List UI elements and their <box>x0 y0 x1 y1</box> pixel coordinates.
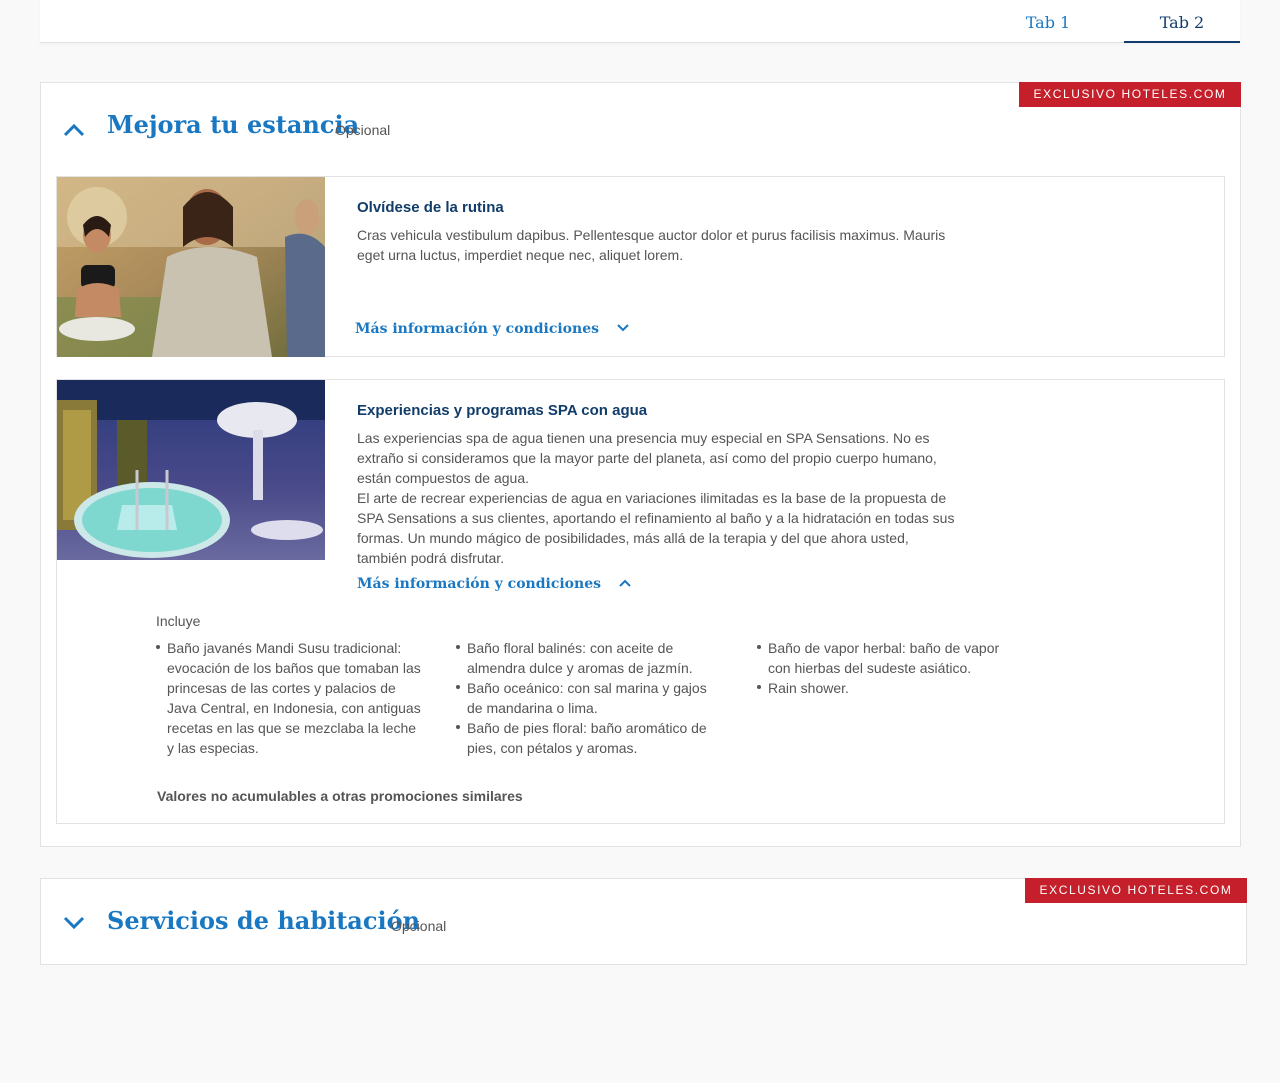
more-info-label: Más información y condiciones <box>357 576 601 592</box>
card-description-paragraph: El arte de recrear experiencias de agua … <box>357 490 955 566</box>
includes-label: Incluye <box>156 613 201 629</box>
optional-label: Opcional <box>335 122 391 138</box>
section-title[interactable]: Mejora tu estancia <box>107 110 359 139</box>
tab-1[interactable]: Tab 1 <box>990 0 1106 43</box>
card-description-paragraph: Las experiencias spa de agua tienen una … <box>357 430 937 486</box>
more-info-link[interactable]: Más información y condiciones <box>355 321 630 337</box>
more-info-label: Más información y condiciones <box>355 321 599 337</box>
list-item: Baño floral balinés: con aceite de almen… <box>456 638 724 678</box>
optional-label: Opcional <box>391 918 447 934</box>
includes-list-col2: Baño floral balinés: con aceite de almen… <box>456 638 724 758</box>
more-info-link[interactable]: Más información y condiciones <box>357 576 632 592</box>
spa-pool-photo <box>57 380 325 560</box>
list-item: Rain shower. <box>757 678 1025 698</box>
offer-card-spa: Experiencias y programas SPA con agua La… <box>56 379 1225 824</box>
includes-list-col3: Baño de vapor herbal: baño de vapor con … <box>757 638 1025 698</box>
offer-card-rutina: Olvídese de la rutina Cras vehicula vest… <box>56 176 1225 357</box>
chevron-up-icon[interactable] <box>61 117 87 143</box>
footnote: Valores no acumulables a otras promocion… <box>157 788 523 804</box>
card-description: Las experiencias spa de agua tienen una … <box>357 428 957 568</box>
includes-list-col1: Baño javanés Mandi Susu tradicional: evo… <box>156 638 424 758</box>
exclusive-badge: EXCLUSIVO HOTELES.COM <box>1025 878 1247 903</box>
list-item: Baño javanés Mandi Susu tradicional: evo… <box>156 638 424 758</box>
list-item: Baño de pies floral: baño aromático de p… <box>456 718 724 758</box>
section-title[interactable]: Servicios de habitación <box>107 906 420 935</box>
card-description: Cras vehicula vestibulum dapibus. Pellen… <box>357 227 946 263</box>
chevron-down-icon <box>616 321 630 337</box>
tab-bar: Tab 1 Tab 2 <box>40 0 1240 43</box>
list-item: Baño oceánico: con sal marina y gajos de… <box>456 678 724 718</box>
section-servicios-habitacion: EXCLUSIVO HOTELES.COM Servicios de habit… <box>40 878 1247 965</box>
list-item: Baño de vapor herbal: baño de vapor con … <box>757 638 1025 678</box>
section-mejora-estancia: EXCLUSIVO HOTELES.COM Mejora tu estancia… <box>40 82 1241 847</box>
tab-2[interactable]: Tab 2 <box>1124 0 1240 43</box>
card-title: Experiencias y programas SPA con agua <box>357 402 648 419</box>
card-title: Olvídese de la rutina <box>357 199 504 216</box>
chevron-down-icon[interactable] <box>61 910 87 936</box>
exclusive-badge: EXCLUSIVO HOTELES.COM <box>1019 82 1241 107</box>
yoga-photo <box>57 177 325 357</box>
chevron-up-icon <box>618 576 632 592</box>
